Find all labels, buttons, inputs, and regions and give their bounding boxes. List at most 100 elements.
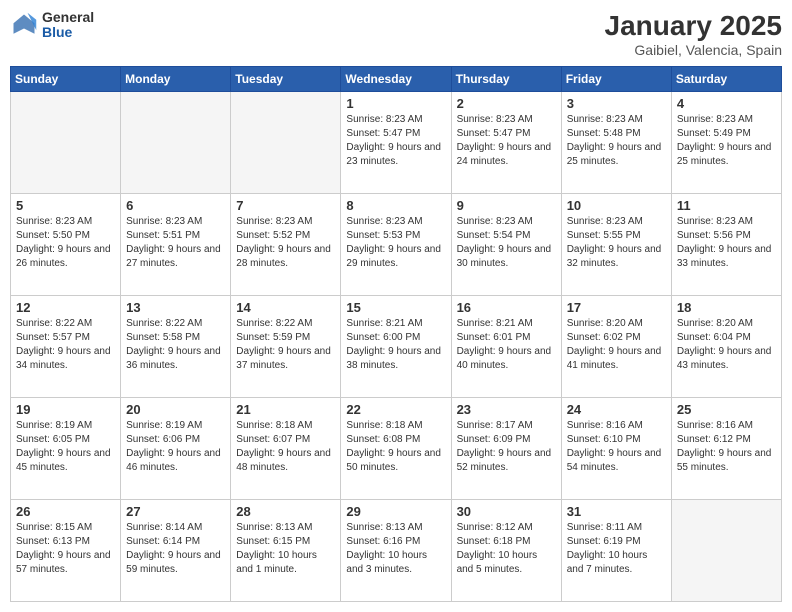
day-header-monday: Monday (121, 67, 231, 92)
day-cell (121, 92, 231, 194)
day-info: Sunrise: 8:23 AM Sunset: 5:55 PM Dayligh… (567, 215, 666, 271)
day-number: 15 (346, 300, 445, 315)
day-number: 24 (567, 402, 666, 417)
day-info: Sunrise: 8:13 AM Sunset: 6:15 PM Dayligh… (236, 521, 335, 577)
day-cell: 28 Sunrise: 8:13 AM Sunset: 6:15 PM Dayli… (231, 500, 341, 602)
day-info: Sunrise: 8:23 AM Sunset: 5:52 PM Dayligh… (236, 215, 335, 271)
day-cell: 3 Sunrise: 8:23 AM Sunset: 5:48 PM Daylig… (561, 92, 671, 194)
day-info: Sunrise: 8:23 AM Sunset: 5:54 PM Dayligh… (457, 215, 556, 271)
day-cell: 21Sunrise: 8:18 AM Sunset: 6:07 PM Dayli… (231, 398, 341, 500)
day-info: Sunrise: 8:12 AM Sunset: 6:18 PM Dayligh… (457, 521, 556, 577)
day-cell: 26 Sunrise: 8:15 AM Sunset: 6:13 PM Dayli… (11, 500, 121, 602)
day-info: Sunrise: 8:23 AM Sunset: 5:49 PM Dayligh… (677, 113, 776, 169)
calendar-table: SundayMondayTuesdayWednesdayThursdayFrid… (10, 66, 782, 602)
day-info: Sunrise: 8:15 AM Sunset: 6:13 PM Dayligh… (16, 521, 115, 577)
day-info: Sunrise: 8:16 AM Sunset: 6:12 PM Dayligh… (677, 419, 776, 475)
day-number: 8 (346, 198, 445, 213)
day-number: 22 (346, 402, 445, 417)
day-cell: 16 Sunrise: 8:21 AM Sunset: 6:01 PM Dayli… (451, 296, 561, 398)
day-header-thursday: Thursday (451, 67, 561, 92)
day-number: 12 (16, 300, 115, 315)
day-cell: 19 Sunrise: 8:19 AM Sunset: 6:05 PM Dayli… (11, 398, 121, 500)
day-cell: 25 Sunrise: 8:16 AM Sunset: 6:12 PM Dayli… (671, 398, 781, 500)
day-info: Sunrise: 8:23 AM Sunset: 5:50 PM Dayligh… (16, 215, 115, 271)
header: General Blue January 2025 Gaibiel, Valen… (10, 10, 782, 58)
day-info: Sunrise: 8:22 AM Sunset: 5:57 PM Dayligh… (16, 317, 115, 373)
day-number: 20 (126, 402, 225, 417)
day-info: Sunrise: 8:23 AM Sunset: 5:47 PM Dayligh… (457, 113, 556, 169)
day-cell: 31Sunrise: 8:11 AM Sunset: 6:19 PM Dayli… (561, 500, 671, 602)
day-cell: 5 Sunrise: 8:23 AM Sunset: 5:50 PM Daylig… (11, 194, 121, 296)
day-number: 16 (457, 300, 556, 315)
day-info: Sunrise: 8:23 AM Sunset: 5:53 PM Dayligh… (346, 215, 445, 271)
logo-text: General Blue (42, 10, 94, 41)
day-info: Sunrise: 8:23 AM Sunset: 5:48 PM Dayligh… (567, 113, 666, 169)
week-row-2: 5 Sunrise: 8:23 AM Sunset: 5:50 PM Daylig… (11, 194, 782, 296)
day-cell: 11Sunrise: 8:23 AM Sunset: 5:56 PM Dayli… (671, 194, 781, 296)
day-cell: 30 Sunrise: 8:12 AM Sunset: 6:18 PM Dayli… (451, 500, 561, 602)
day-cell: 4Sunrise: 8:23 AM Sunset: 5:49 PM Daylig… (671, 92, 781, 194)
day-header-tuesday: Tuesday (231, 67, 341, 92)
day-number: 9 (457, 198, 556, 213)
day-cell: 22 Sunrise: 8:18 AM Sunset: 6:08 PM Dayli… (341, 398, 451, 500)
day-header-friday: Friday (561, 67, 671, 92)
day-cell: 12 Sunrise: 8:22 AM Sunset: 5:57 PM Dayli… (11, 296, 121, 398)
day-cell: 24 Sunrise: 8:16 AM Sunset: 6:10 PM Dayli… (561, 398, 671, 500)
title-block: January 2025 Gaibiel, Valencia, Spain (605, 10, 782, 58)
week-row-1: 1 Sunrise: 8:23 AM Sunset: 5:47 PM Daylig… (11, 92, 782, 194)
day-number: 23 (457, 402, 556, 417)
day-cell: 17 Sunrise: 8:20 AM Sunset: 6:02 PM Dayli… (561, 296, 671, 398)
day-number: 6 (126, 198, 225, 213)
logo-general-text: General (42, 10, 94, 25)
day-info: Sunrise: 8:23 AM Sunset: 5:56 PM Dayligh… (677, 215, 776, 271)
day-number: 7 (236, 198, 335, 213)
day-cell: 1 Sunrise: 8:23 AM Sunset: 5:47 PM Daylig… (341, 92, 451, 194)
day-header-sunday: Sunday (11, 67, 121, 92)
day-cell: 14Sunrise: 8:22 AM Sunset: 5:59 PM Dayli… (231, 296, 341, 398)
day-number: 13 (126, 300, 225, 315)
week-row-3: 12 Sunrise: 8:22 AM Sunset: 5:57 PM Dayli… (11, 296, 782, 398)
logo: General Blue (10, 10, 94, 41)
day-cell (231, 92, 341, 194)
day-info: Sunrise: 8:18 AM Sunset: 6:07 PM Dayligh… (236, 419, 335, 475)
day-number: 28 (236, 504, 335, 519)
day-number: 10 (567, 198, 666, 213)
day-cell: 9 Sunrise: 8:23 AM Sunset: 5:54 PM Daylig… (451, 194, 561, 296)
day-cell: 20 Sunrise: 8:19 AM Sunset: 6:06 PM Dayli… (121, 398, 231, 500)
day-number: 31 (567, 504, 666, 519)
day-info: Sunrise: 8:16 AM Sunset: 6:10 PM Dayligh… (567, 419, 666, 475)
day-info: Sunrise: 8:22 AM Sunset: 5:58 PM Dayligh… (126, 317, 225, 373)
day-cell: 23 Sunrise: 8:17 AM Sunset: 6:09 PM Dayli… (451, 398, 561, 500)
day-info: Sunrise: 8:18 AM Sunset: 6:08 PM Dayligh… (346, 419, 445, 475)
day-number: 19 (16, 402, 115, 417)
day-header-saturday: Saturday (671, 67, 781, 92)
day-number: 27 (126, 504, 225, 519)
day-number: 2 (457, 96, 556, 111)
week-row-5: 26 Sunrise: 8:15 AM Sunset: 6:13 PM Dayli… (11, 500, 782, 602)
day-info: Sunrise: 8:23 AM Sunset: 5:47 PM Dayligh… (346, 113, 445, 169)
day-cell: 29Sunrise: 8:13 AM Sunset: 6:16 PM Dayli… (341, 500, 451, 602)
day-info: Sunrise: 8:14 AM Sunset: 6:14 PM Dayligh… (126, 521, 225, 577)
day-info: Sunrise: 8:19 AM Sunset: 6:06 PM Dayligh… (126, 419, 225, 475)
day-info: Sunrise: 8:21 AM Sunset: 6:01 PM Dayligh… (457, 317, 556, 373)
day-cell: 7 Sunrise: 8:23 AM Sunset: 5:52 PM Daylig… (231, 194, 341, 296)
day-number: 18 (677, 300, 776, 315)
day-info: Sunrise: 8:19 AM Sunset: 6:05 PM Dayligh… (16, 419, 115, 475)
day-number: 3 (567, 96, 666, 111)
day-header-wednesday: Wednesday (341, 67, 451, 92)
day-cell: 27 Sunrise: 8:14 AM Sunset: 6:14 PM Dayli… (121, 500, 231, 602)
day-cell: 10 Sunrise: 8:23 AM Sunset: 5:55 PM Dayli… (561, 194, 671, 296)
day-info: Sunrise: 8:20 AM Sunset: 6:02 PM Dayligh… (567, 317, 666, 373)
week-row-4: 19 Sunrise: 8:19 AM Sunset: 6:05 PM Dayli… (11, 398, 782, 500)
logo-blue-text: Blue (42, 25, 94, 40)
day-number: 5 (16, 198, 115, 213)
day-number: 26 (16, 504, 115, 519)
day-number: 17 (567, 300, 666, 315)
day-cell: 18Sunrise: 8:20 AM Sunset: 6:04 PM Dayli… (671, 296, 781, 398)
day-info: Sunrise: 8:17 AM Sunset: 6:09 PM Dayligh… (457, 419, 556, 475)
day-number: 1 (346, 96, 445, 111)
day-number: 25 (677, 402, 776, 417)
day-cell: 6Sunrise: 8:23 AM Sunset: 5:51 PM Daylig… (121, 194, 231, 296)
day-number: 30 (457, 504, 556, 519)
month-title: January 2025 (605, 10, 782, 42)
